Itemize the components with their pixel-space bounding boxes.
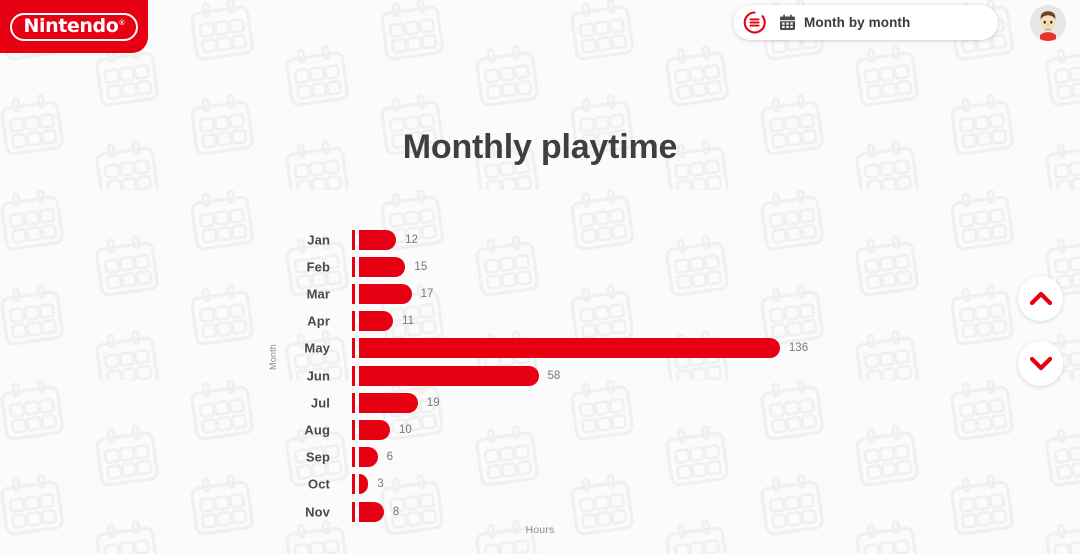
bar-fill[interactable] [359,338,780,359]
month-filter-bar[interactable]: Month by month [733,5,998,40]
bar-value-label: 58 [547,369,561,382]
bar-row[interactable]: Nov 8 [0,498,1080,525]
mii-avatar[interactable] [1030,5,1066,41]
axis-tick-mark [352,474,355,495]
chevron-down-icon [1029,356,1052,371]
bar-row[interactable]: Jul 19 [0,389,1080,416]
axis-tick-mark [352,283,355,304]
bar-value-label: 12 [405,233,418,246]
axis-tick-mark [352,338,355,359]
bar-category-label: Apr [307,313,330,329]
bar-fill[interactable] [359,447,378,468]
axis-tick-mark [352,311,355,332]
bar-row[interactable]: Feb 15 [0,253,1080,280]
bar-row[interactable]: Oct 3 [0,471,1080,498]
axis-tick-mark [352,392,355,413]
month-filter-label: Month by month [804,15,911,30]
bar-row[interactable]: May 136 [0,335,1080,362]
bar-category-label: May [304,340,330,356]
page-title: Monthly playtime [402,128,678,166]
logo-pill: Nintendo ® [10,12,138,41]
scroll-down-button[interactable] [1018,341,1063,386]
bar-fill[interactable] [359,474,369,495]
logo-wordmark: Nintendo [23,14,119,37]
bar-category-label: Mar [306,286,330,302]
bar-value-label: 17 [420,287,434,300]
bar-category-label: Oct [308,476,330,492]
axis-tick-mark [352,447,355,468]
bar-fill[interactable] [359,311,394,332]
bar-category-label: Jul [310,395,330,411]
chevron-up-icon [1029,291,1052,306]
bar-row[interactable]: Jan 12 [0,226,1080,253]
bar-fill[interactable] [359,229,397,250]
scroll-up-button[interactable] [1018,276,1063,321]
bar-fill[interactable] [359,256,406,277]
bar-row[interactable]: Aug 10 [0,416,1080,443]
bar-value-label: 136 [788,342,809,355]
bar-category-label: Sep [305,449,330,465]
bar-category-label: Feb [306,259,330,275]
bar-chart: Month Hours Jan 12 Feb 15 Mar 17 Apr 11 May 136 Ju… [0,0,1080,554]
axis-tick-mark [352,501,355,522]
bar-fill[interactable] [359,365,539,386]
bar-fill[interactable] [359,392,418,413]
bar-fill[interactable] [359,501,384,522]
bar-value-label: 8 [392,505,400,518]
registered-mark-icon: ® [119,19,125,27]
bar-value-label: 19 [426,396,440,409]
bar-value-label: 3 [377,478,384,491]
bar-category-label: Aug [304,422,330,438]
bar-category-label: Jun [306,368,330,383]
bar-value-label: 15 [414,260,428,273]
axis-tick-mark [352,229,355,250]
x-axis-label: Hours [525,524,555,536]
bar-value-label: 11 [402,315,414,328]
calendar-icon [779,14,796,31]
bar-value-label: 10 [398,423,412,436]
axis-tick-mark [352,365,355,386]
app-header: Nintendo ® Month by month [0,0,1080,56]
bar-category-label: Nov [305,504,330,519]
axis-tick-mark [352,256,355,277]
bar-category-label: Jan [307,232,330,247]
bar-row[interactable]: Sep 6 [0,444,1080,471]
bar-row[interactable]: Apr 11 [0,308,1080,335]
bar-row[interactable]: Jun 58 [0,362,1080,389]
bar-value-label: 6 [386,451,393,464]
nintendo-logo[interactable]: Nintendo ® [0,0,148,53]
bar-fill[interactable] [359,283,412,304]
axis-tick-mark [352,419,355,440]
bar-fill[interactable] [359,419,390,440]
bar-row[interactable]: Mar 17 [0,280,1080,307]
hamburger-circle-icon[interactable] [742,10,767,35]
